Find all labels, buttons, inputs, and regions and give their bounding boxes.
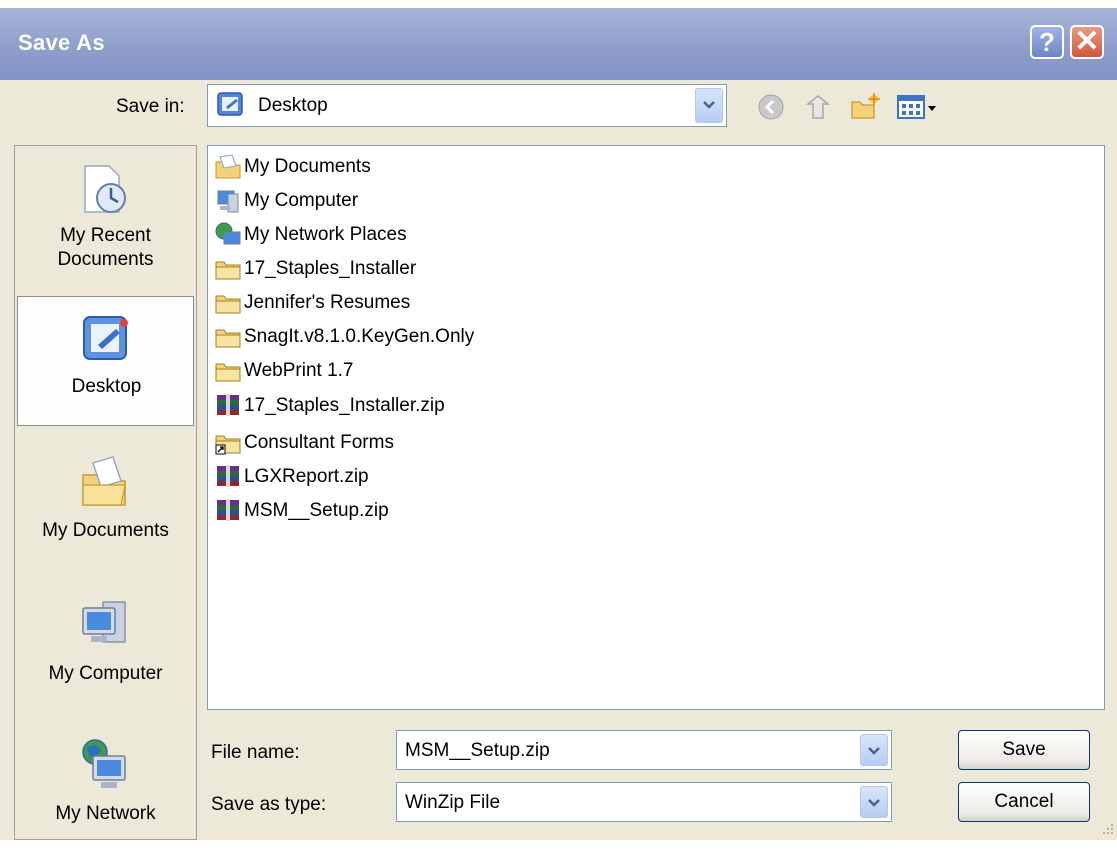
file-name: My Documents (244, 156, 371, 177)
desktop-icon (217, 92, 243, 116)
file-name: MSM__Setup.zip (244, 500, 389, 521)
list-item[interactable]: 17_Staples_Installer.zip (214, 391, 445, 421)
list-item[interactable]: SnagIt.v8.1.0.KeyGen.Only (214, 322, 474, 352)
window-title: Save As (18, 30, 105, 55)
place-recent-documents[interactable]: My Recent Documents (17, 146, 194, 276)
save-type-label: Save as type: (211, 794, 327, 815)
save-as-dialog: Save As ? ✕ Save in: Desktop My Recent D… (0, 8, 1117, 840)
network-places-icon (215, 222, 241, 245)
zip-archive-icon (217, 499, 239, 521)
help-button[interactable]: ? (1030, 25, 1064, 59)
file-name: My Network Places (244, 224, 407, 245)
file-name: LGXReport.zip (244, 466, 369, 487)
resize-grip-icon[interactable] (1097, 820, 1115, 838)
close-button[interactable]: ✕ (1070, 25, 1104, 59)
desktop-icon (83, 316, 128, 360)
place-label: My Network (55, 803, 156, 824)
place-my-documents[interactable]: My Documents (17, 439, 194, 569)
folder-shortcut-icon (215, 435, 241, 455)
chevron-down-icon[interactable] (860, 734, 888, 766)
file-name: SnagIt.v8.1.0.KeyGen.Only (244, 326, 475, 347)
place-my-computer[interactable]: My Computer (17, 582, 194, 712)
place-desktop[interactable]: Desktop (17, 296, 194, 426)
zip-archive-icon (217, 465, 239, 487)
file-list[interactable]: My Documents My Computer My Network Plac… (207, 145, 1105, 710)
list-item[interactable]: My Computer (214, 186, 358, 216)
up-folder-icon[interactable] (804, 92, 834, 122)
list-item[interactable]: MSM__Setup.zip (214, 496, 389, 526)
file-name-value: MSM__Setup.zip (405, 740, 550, 761)
file-name: 17_Staples_Installer (244, 258, 417, 279)
folder-icon (215, 329, 241, 348)
chevron-down-icon[interactable] (860, 786, 888, 818)
folder-icon (215, 295, 241, 314)
place-label: My Computer (48, 663, 163, 684)
recent-documents-icon (84, 165, 126, 213)
my-computer-icon (82, 601, 126, 643)
background-edge (0, 0, 740, 8)
my-documents-icon (82, 456, 126, 506)
list-item[interactable]: My Documents (214, 152, 371, 182)
save-type-value: WinZip File (405, 792, 501, 813)
file-name: Consultant Forms (244, 432, 394, 453)
list-item[interactable]: Consultant Forms (214, 428, 394, 458)
file-name: 17_Staples_Installer.zip (244, 395, 445, 416)
save-button[interactable]: Save (958, 730, 1090, 770)
place-my-network[interactable]: My Network (17, 722, 194, 852)
places-bar: My Recent Documents Desktop My Documents (14, 145, 197, 840)
cancel-button[interactable]: Cancel (958, 782, 1090, 822)
title-bar[interactable]: Save As ? ✕ (0, 8, 1117, 80)
list-item[interactable]: WebPrint 1.7 (214, 356, 353, 386)
place-label: My Documents (42, 520, 169, 541)
file-name: WebPrint 1.7 (244, 360, 354, 381)
file-name: My Computer (244, 190, 359, 211)
list-item[interactable]: Jennifer's Resumes (214, 288, 410, 318)
folder-icon (215, 261, 241, 280)
save-in-dropdown[interactable]: Desktop (207, 84, 727, 127)
file-name-label: File name: (211, 742, 300, 763)
my-documents-folder-icon (215, 154, 241, 179)
file-name-field[interactable]: MSM__Setup.zip (396, 730, 892, 770)
save-in-label: Save in: (116, 96, 185, 117)
new-folder-icon[interactable] (850, 92, 880, 122)
chevron-down-icon[interactable] (695, 88, 723, 123)
views-menu-icon[interactable] (896, 92, 946, 122)
my-network-icon (82, 739, 126, 788)
save-in-value: Desktop (258, 95, 328, 116)
back-icon[interactable] (756, 92, 786, 122)
zip-archive-icon (217, 394, 239, 416)
folder-icon (215, 363, 241, 382)
list-item[interactable]: LGXReport.zip (214, 462, 369, 492)
save-type-dropdown[interactable]: WinZip File (396, 782, 892, 822)
file-name: Jennifer's Resumes (244, 292, 411, 313)
list-item[interactable]: 17_Staples_Installer (214, 254, 416, 284)
list-item[interactable]: My Network Places (214, 220, 407, 250)
place-label: My Recent Documents (57, 225, 154, 270)
computer-icon (217, 190, 239, 213)
place-label: Desktop (71, 376, 142, 397)
